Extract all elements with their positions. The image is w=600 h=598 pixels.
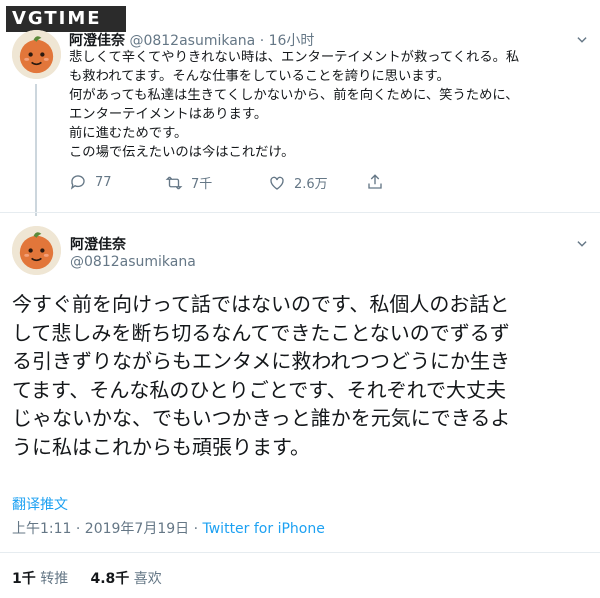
author-handle[interactable]: @0812asumikana <box>70 254 196 270</box>
reply-icon <box>70 175 85 190</box>
tweet-text-line: うに私はこれからも頑張ります。 <box>12 434 310 459</box>
reply-tweet[interactable]: 阿澄佳奈 @0812asumikana · 16小时 悲しくて辛くてやりきれない… <box>0 0 600 216</box>
reply-tweet-header: 阿澄佳奈 @0812asumikana · 16小时 <box>69 30 314 50</box>
tweet-timestamp: 上午1:11 · 2019年7月19日 · Twitter for iPhone <box>12 518 325 538</box>
divider <box>0 212 600 213</box>
likes-label: 喜欢 <box>133 571 162 587</box>
author-name[interactable]: 阿澄佳奈 <box>69 33 125 49</box>
retweet-icon <box>165 176 183 189</box>
tweet-text-line: この場で伝えたいのは今はこれだけ。 <box>69 145 295 160</box>
like-count: 2.6万 <box>294 177 328 192</box>
timestamp-text[interactable]: 上午1:11 · 2019年7月19日 · <box>12 521 203 537</box>
tweet-text-line: じゃないかな、でもいつかきっと誰かを元気にできるよ <box>12 406 511 431</box>
thread-connector-line <box>35 84 37 216</box>
tweet-text-line: る引きずりながらもエンタメに救われつつどうにか生き <box>12 349 510 374</box>
share-icon <box>368 174 382 189</box>
retweets-count: 1千 <box>12 571 36 587</box>
retweet-count: 7千 <box>191 177 213 192</box>
divider <box>0 552 600 553</box>
likes-count: 4.8千 <box>90 571 130 587</box>
share-button[interactable] <box>366 173 384 191</box>
like-button[interactable]: 2.6万 <box>268 173 328 192</box>
avatar[interactable] <box>12 226 61 275</box>
tweet-text-line: して悲しみを断ち切るなんてできたことないのでずるず <box>12 320 510 345</box>
translate-tweet-link[interactable]: 翻译推文 <box>12 494 68 514</box>
tweet-stats: 1千 转推 4.8千 喜欢 <box>12 568 162 588</box>
author-handle[interactable]: @0812asumikana <box>129 33 255 49</box>
tweet-source-link[interactable]: Twitter for iPhone <box>203 521 325 537</box>
tweet-text-line: 前に進むためです。 <box>69 126 188 141</box>
retweets-stat[interactable]: 1千 转推 <box>12 571 68 587</box>
tweet-text-line: 悲しくて辛くてやりきれない時は、エンターテイメントが救ってくれる。私 <box>69 50 520 65</box>
heart-icon <box>270 176 284 190</box>
main-tweet-text: 今すぐ前を向けって話ではないのです、私個人のお話と して悲しみを断ち切るなんてで… <box>12 290 597 462</box>
separator-dot: · <box>255 33 269 49</box>
author-name[interactable]: 阿澄佳奈 <box>70 234 126 254</box>
chevron-down-icon[interactable] <box>575 32 589 46</box>
reply-button[interactable]: 77 <box>69 173 112 191</box>
avatar[interactable] <box>12 30 61 79</box>
tweet-text-line: 何があっても私達は生きてくしかないから、前を向くために、笑うために、 <box>69 88 519 103</box>
tweet-actions: 77 7千 2.6万 <box>69 173 399 193</box>
chevron-down-icon[interactable] <box>575 236 589 250</box>
reply-tweet-text: 悲しくて辛くてやりきれない時は、エンターテイメントが救ってくれる。私 も救われて… <box>69 48 589 162</box>
tweet-text-line: も救われてます。そんな仕事をしていることを誇りに思います。 <box>69 69 450 84</box>
tweet-text-line: 今すぐ前を向けって話ではないのです、私個人のお話と <box>12 292 510 316</box>
likes-stat[interactable]: 4.8千 喜欢 <box>90 571 161 587</box>
retweets-label: 转推 <box>40 571 69 587</box>
reply-count: 77 <box>95 174 112 190</box>
tweet-text-line: エンターテイメントはあります。 <box>69 107 268 122</box>
tweet-text-line: てます、そんな私のひとりごとです、それぞれで大丈夫 <box>12 377 506 402</box>
tweet-time[interactable]: 16小时 <box>269 33 315 49</box>
retweet-button[interactable]: 7千 <box>165 173 212 192</box>
